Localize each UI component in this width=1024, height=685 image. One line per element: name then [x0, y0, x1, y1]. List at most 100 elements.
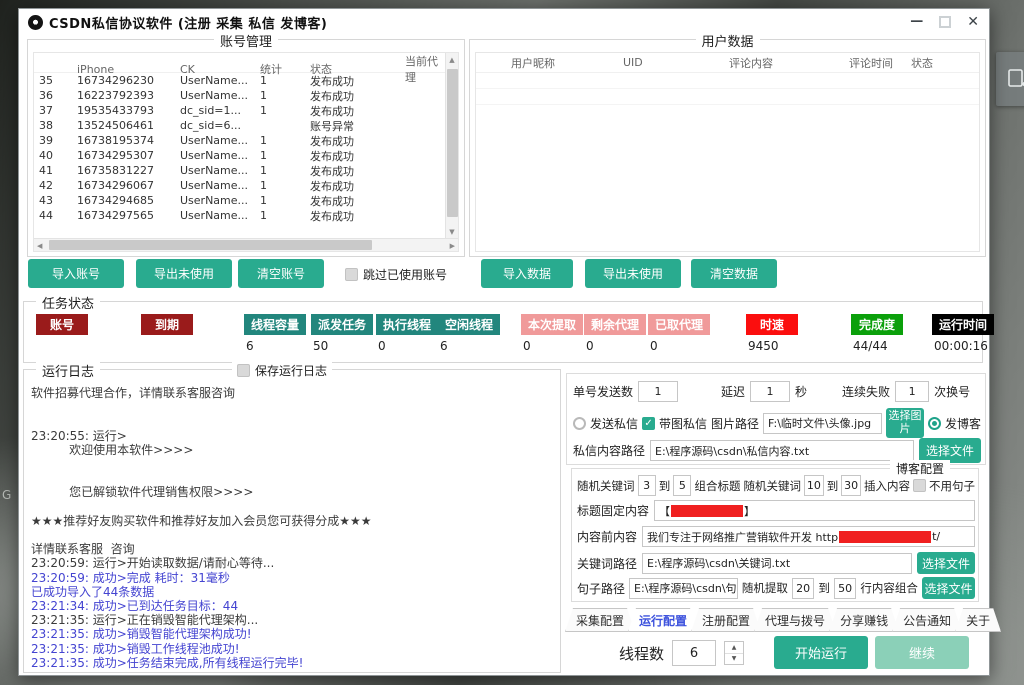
- config-tab[interactable]: 代理与拨号: [754, 608, 836, 632]
- table-row[interactable]: 37 19535433793 dc_sid=1... 1 发布成功: [34, 103, 458, 118]
- table-row[interactable]: 36 16223792393 UserName... 1 发布成功: [34, 88, 458, 103]
- run-log-title: 运行日志: [36, 361, 100, 380]
- save-log-checkbox[interactable]: 保存运行日志: [232, 362, 332, 379]
- spin-up-icon[interactable]: ▲: [725, 642, 743, 654]
- import-accounts-button[interactable]: 导入账号: [28, 259, 124, 288]
- log-line: ★★★推荐好友购买软件和推荐好友加入会员您可获得分成★★★: [31, 514, 554, 528]
- cell-index: 44: [34, 209, 72, 222]
- spin-down-icon[interactable]: ▼: [725, 654, 743, 665]
- clear-accounts-button[interactable]: 清空账号: [238, 259, 324, 288]
- scroll-right-icon[interactable]: ▶: [450, 239, 455, 252]
- title-fixed-input[interactable]: 【 】: [654, 500, 975, 521]
- fail-input[interactable]: 1: [895, 381, 929, 402]
- continue-button[interactable]: 继续: [875, 636, 969, 669]
- send-pm-radio[interactable]: [573, 417, 586, 430]
- log-line: [31, 414, 554, 428]
- table-row[interactable]: 35 16734296230 UserName... 1 发布成功: [34, 73, 458, 88]
- config-tab[interactable]: 采集配置: [565, 608, 635, 632]
- kw1-from-input[interactable]: 3: [638, 475, 656, 496]
- table-row[interactable]: 40 16734295307 UserName... 1 发布成功: [34, 148, 458, 163]
- account-table[interactable]: iPhone CK 统计 状态 当前代理 35 16734296230 User…: [33, 52, 459, 252]
- scroll-thumb[interactable]: [447, 69, 458, 217]
- user-data-table[interactable]: 用户昵称 UID 评论内容 评论时间 状态: [475, 52, 980, 252]
- extract-suffix: 行内容组合: [860, 580, 918, 596]
- config-tab[interactable]: 公告通知: [892, 608, 962, 632]
- extract-to-input[interactable]: 50: [834, 578, 856, 599]
- cell-ck: UserName...: [175, 74, 255, 87]
- image-pm-checkbox[interactable]: ✓: [642, 417, 655, 430]
- table-row[interactable]: 43 16734294685 UserName... 1 发布成功: [34, 193, 458, 208]
- scroll-left-icon[interactable]: ◀: [37, 239, 42, 252]
- vertical-scrollbar[interactable]: ▲ ▼: [445, 53, 458, 238]
- horizontal-scrollbar[interactable]: ◀ ▶: [34, 238, 458, 251]
- import-data-button[interactable]: 导入数据: [481, 259, 573, 288]
- delay-input[interactable]: 1: [750, 381, 790, 402]
- send-config-box: 单号发送数 1 延迟 1 秒 连续失败 1 次换号 发送私信 ✓ 带图私信 图片…: [566, 373, 986, 465]
- checkbox-icon[interactable]: [237, 364, 250, 377]
- kw1-to-input[interactable]: 5: [673, 475, 691, 496]
- status-item: 到期: [141, 314, 193, 353]
- table-row[interactable]: 44 16734297565 UserName... 1 发布成功: [34, 208, 458, 223]
- checkbox-icon[interactable]: [345, 268, 358, 281]
- config-tabbar: 采集配置 运行配置 注册配置 代理与拨号 分享赚钱 公告通知 关于: [565, 608, 989, 632]
- scroll-thumb[interactable]: [49, 240, 372, 250]
- kw2-from-input[interactable]: 10: [804, 475, 824, 496]
- to-label: 到: [659, 478, 671, 494]
- status-value: 6: [244, 339, 306, 353]
- log-line: 23:21:35: 成功>任务结束完成,所有线程运行完毕!: [31, 656, 554, 669]
- choose-keyword-file-button[interactable]: 选择文件: [917, 552, 975, 574]
- clear-data-button[interactable]: 清空数据: [691, 259, 777, 288]
- pm-content-label: 私信内容路径: [573, 442, 645, 459]
- config-tab[interactable]: 关于: [955, 608, 1001, 632]
- image-path-input[interactable]: F:\临时文件\头像.jpg: [763, 413, 882, 434]
- status-value: 0: [648, 339, 710, 353]
- choose-image-button[interactable]: 选择图片: [886, 408, 924, 438]
- note-add-icon[interactable]: [996, 52, 1024, 106]
- skip-used-accounts-checkbox[interactable]: 跳过已使用账号: [345, 266, 447, 283]
- table-row[interactable]: 39 16738195374 UserName... 1 发布成功: [34, 133, 458, 148]
- close-button[interactable]: ✕: [967, 14, 979, 30]
- minimize-button[interactable]: —: [910, 17, 923, 27]
- cell-status: 发布成功: [305, 208, 400, 224]
- log-output[interactable]: 软件招募代理合作，详情联系客服咨询 23:20:55: 运行> 欢迎使用本软件>…: [31, 386, 554, 669]
- pm-content-input[interactable]: E:\程序源码\csdn\私信内容.txt: [650, 440, 914, 461]
- content-prefix-tail: t/: [932, 530, 940, 543]
- cell-status: 发布成功: [305, 88, 400, 104]
- image-pm-label: 带图私信: [659, 415, 707, 432]
- title-bar[interactable]: CSDN私信协议软件 (注册 采集 私信 发博客) — ✕: [19, 9, 989, 35]
- maximize-button[interactable]: [939, 16, 951, 28]
- sentence-path-input[interactable]: E:\程序源码\csdn\句子.: [629, 578, 738, 599]
- kw2-to-input[interactable]: 30: [841, 475, 861, 496]
- choose-sentence-file-button[interactable]: 选择文件: [922, 577, 975, 599]
- per-send-input[interactable]: 1: [638, 381, 678, 402]
- extract-from-input[interactable]: 20: [792, 578, 814, 599]
- table-row[interactable]: 42 16734296067 UserName... 1 发布成功: [34, 178, 458, 193]
- export-unused-data-button[interactable]: 导出未使用: [585, 259, 681, 288]
- status-label: 本次提取: [521, 314, 583, 335]
- log-line: [31, 500, 554, 514]
- keyword-path-input[interactable]: E:\程序源码\csdn\关键词.txt: [642, 553, 912, 574]
- blog-radio[interactable]: [928, 417, 941, 430]
- checkbox-label: 跳过已使用账号: [363, 266, 447, 283]
- delay-unit: 秒: [795, 383, 807, 400]
- config-tab[interactable]: 分享赚钱: [829, 608, 899, 632]
- no-sentence-checkbox[interactable]: [913, 479, 926, 492]
- scroll-up-icon[interactable]: ▲: [449, 53, 454, 66]
- thread-count-stepper[interactable]: ▲ ▼: [724, 641, 744, 665]
- table-row[interactable]: 38 13524506461 dc_sid=6... 账号异常: [34, 118, 458, 133]
- log-line: 23:21:34: 成功>已到达任务目标：44: [31, 599, 554, 613]
- config-tab[interactable]: 运行配置: [628, 608, 698, 632]
- config-tab[interactable]: 注册配置: [691, 608, 761, 632]
- cell-ck: UserName...: [175, 179, 255, 192]
- start-run-button[interactable]: 开始运行: [774, 636, 868, 669]
- scroll-down-icon[interactable]: ▼: [449, 225, 454, 238]
- status-value: 44/44: [851, 339, 903, 353]
- thread-count-input[interactable]: 6: [672, 640, 716, 666]
- status-item: 运行时间 00:00:16: [932, 314, 994, 353]
- export-unused-accounts-button[interactable]: 导出未使用: [136, 259, 232, 288]
- log-line: 23:20:59: 运行>开始读取数据/请耐心等待...: [31, 556, 554, 570]
- to-label: 到: [827, 478, 839, 494]
- content-prefix-input[interactable]: 我们专注于网络推广营销软件开发 http t/: [642, 526, 975, 547]
- empty-row: [476, 73, 979, 89]
- table-row[interactable]: 41 16735831227 UserName... 1 发布成功: [34, 163, 458, 178]
